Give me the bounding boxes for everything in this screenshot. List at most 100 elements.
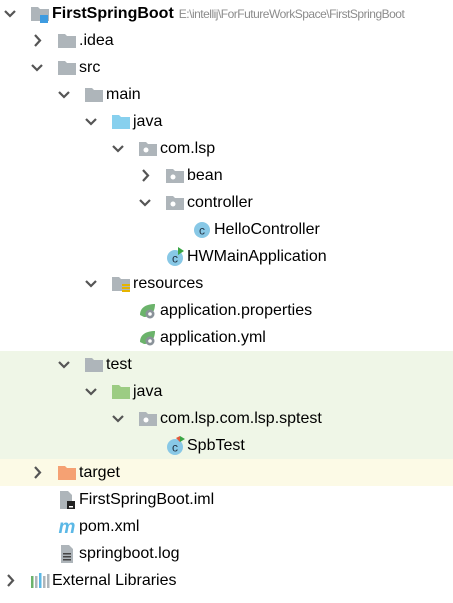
- tree-item[interactable]: bean: [0, 162, 453, 189]
- tree-item[interactable]: java: [0, 378, 453, 405]
- chevron-right-icon[interactable]: [2, 567, 18, 594]
- text-file-icon: [57, 544, 77, 564]
- package-icon: [138, 139, 158, 159]
- tree-item-label: com.lsp.com.lsp.sptest: [160, 405, 322, 432]
- tree-item[interactable]: c HWMainApplication: [0, 243, 453, 270]
- tree-item-label: pom.xml: [79, 513, 139, 540]
- tree-item-name: SpbTest: [187, 437, 245, 454]
- project-path: E:\intellij\ForFutureWorkSpace\FirstSpri…: [178, 7, 405, 21]
- chevron-down-icon[interactable]: [83, 108, 99, 135]
- spring-config-icon: [138, 301, 158, 321]
- chevron-down-icon[interactable]: [56, 351, 72, 378]
- tree-item[interactable]: c SpbTest: [0, 432, 453, 459]
- tree-item[interactable]: c HelloController: [0, 216, 453, 243]
- chevron-right-icon[interactable]: [137, 162, 153, 189]
- tree-item-name: java: [133, 383, 163, 400]
- tree-item[interactable]: target: [0, 459, 453, 486]
- excluded-folder-icon: [57, 463, 77, 483]
- tree-item[interactable]: springboot.log: [0, 540, 453, 567]
- chevron-right-icon[interactable]: [29, 27, 45, 54]
- folder-icon: [57, 31, 77, 51]
- tree-item-label: FirstSpringBoot.iml: [79, 486, 214, 513]
- tree-item-label: springboot.log: [79, 540, 180, 567]
- chevron-down-icon[interactable]: [83, 270, 99, 297]
- tree-item-label: application.yml: [160, 324, 266, 351]
- tree-item-label: java: [133, 108, 162, 135]
- tree-item-label: controller: [187, 189, 253, 216]
- tree-item-label: HelloController: [214, 216, 320, 243]
- tree-item-label: .idea: [79, 27, 114, 54]
- tree-item[interactable]: application.properties: [0, 297, 453, 324]
- folder-icon: [57, 58, 77, 78]
- test-class-icon: c: [165, 436, 185, 456]
- tree-item-name: com.lsp: [160, 140, 216, 157]
- tree-item[interactable]: .idea: [0, 27, 453, 54]
- chevron-down-icon[interactable]: [110, 135, 126, 162]
- tree-item-name: main: [106, 86, 141, 103]
- tree-item[interactable]: com.lsp.com.lsp.sptest: [0, 405, 453, 432]
- project-tree: FirstSpringBoot E:\intellij\ForFutureWork…: [0, 0, 453, 594]
- svg-text:c: c: [172, 441, 178, 455]
- tree-item-name: External Libraries: [52, 572, 177, 589]
- tree-item-label: SpbTest: [187, 432, 245, 459]
- tree-item-name: java: [133, 113, 163, 130]
- tree-item-label: resources: [133, 270, 203, 297]
- tree-item[interactable]: application.yml: [0, 324, 453, 351]
- chevron-down-icon[interactable]: [137, 189, 153, 216]
- chevron-right-icon[interactable]: [29, 459, 45, 486]
- chevron-down-icon[interactable]: [29, 54, 45, 81]
- maven-icon: m: [57, 517, 77, 538]
- spring-config-icon: [138, 328, 158, 348]
- chevron-down-icon[interactable]: [2, 0, 18, 27]
- package-icon: [165, 166, 185, 186]
- tree-item-name: controller: [187, 194, 253, 211]
- tree-item[interactable]: src: [0, 54, 453, 81]
- tree-item-label: main: [106, 81, 141, 108]
- tree-item-name: .idea: [79, 32, 114, 49]
- folder-icon: [84, 355, 104, 375]
- chevron-down-icon[interactable]: [56, 81, 72, 108]
- tree-item[interactable]: FirstSpringBoot.iml: [0, 486, 453, 513]
- tree-item[interactable]: com.lsp: [0, 135, 453, 162]
- module-folder-icon: [30, 4, 50, 24]
- svg-text:c: c: [172, 252, 178, 266]
- tree-item-label: java: [133, 378, 162, 405]
- class-icon: c: [192, 220, 212, 240]
- source-folder-icon: [111, 112, 131, 132]
- tree-item[interactable]: m pom.xml: [0, 513, 453, 540]
- tree-item-name: FirstSpringBoot.iml: [79, 491, 215, 508]
- tree-item-name: pom.xml: [79, 518, 140, 535]
- chevron-down-icon[interactable]: [83, 378, 99, 405]
- tree-item-name: src: [79, 59, 101, 76]
- tree-item-name: application.properties: [160, 302, 313, 319]
- tree-item-name: HelloController: [214, 221, 320, 238]
- tree-item-name: FirstSpringBoot: [52, 5, 174, 22]
- tree-item[interactable]: FirstSpringBoot E:\intellij\ForFutureWork…: [0, 0, 453, 27]
- tree-item[interactable]: main: [0, 81, 453, 108]
- tree-item-name: com.lsp.com.lsp.sptest: [160, 410, 322, 427]
- package-icon: [165, 193, 185, 213]
- folder-icon: [84, 85, 104, 105]
- runnable-class-icon: c: [165, 247, 185, 267]
- svg-text:m: m: [59, 517, 76, 537]
- tree-item-name: resources: [133, 275, 204, 292]
- tree-item[interactable]: java: [0, 108, 453, 135]
- tree-item-label: com.lsp: [160, 135, 215, 162]
- tree-item-label: HWMainApplication: [187, 243, 327, 270]
- tree-item[interactable]: External Libraries: [0, 567, 453, 594]
- tree-item-label: target: [79, 459, 120, 486]
- tree-item-name: test: [106, 356, 132, 373]
- tree-item[interactable]: controller: [0, 189, 453, 216]
- tree-item[interactable]: test: [0, 351, 453, 378]
- chevron-down-icon[interactable]: [110, 405, 126, 432]
- tree-item-label: src: [79, 54, 100, 81]
- resources-folder-icon: [111, 274, 131, 294]
- package-icon: [138, 409, 158, 429]
- tree-item-name: HWMainApplication: [187, 248, 327, 265]
- tree-item[interactable]: resources: [0, 270, 453, 297]
- libraries-icon: [30, 571, 50, 591]
- tree-item-label: bean: [187, 162, 223, 189]
- tree-item-name: target: [79, 464, 120, 481]
- tree-item-name: bean: [187, 167, 223, 184]
- iml-file-icon: [57, 490, 77, 510]
